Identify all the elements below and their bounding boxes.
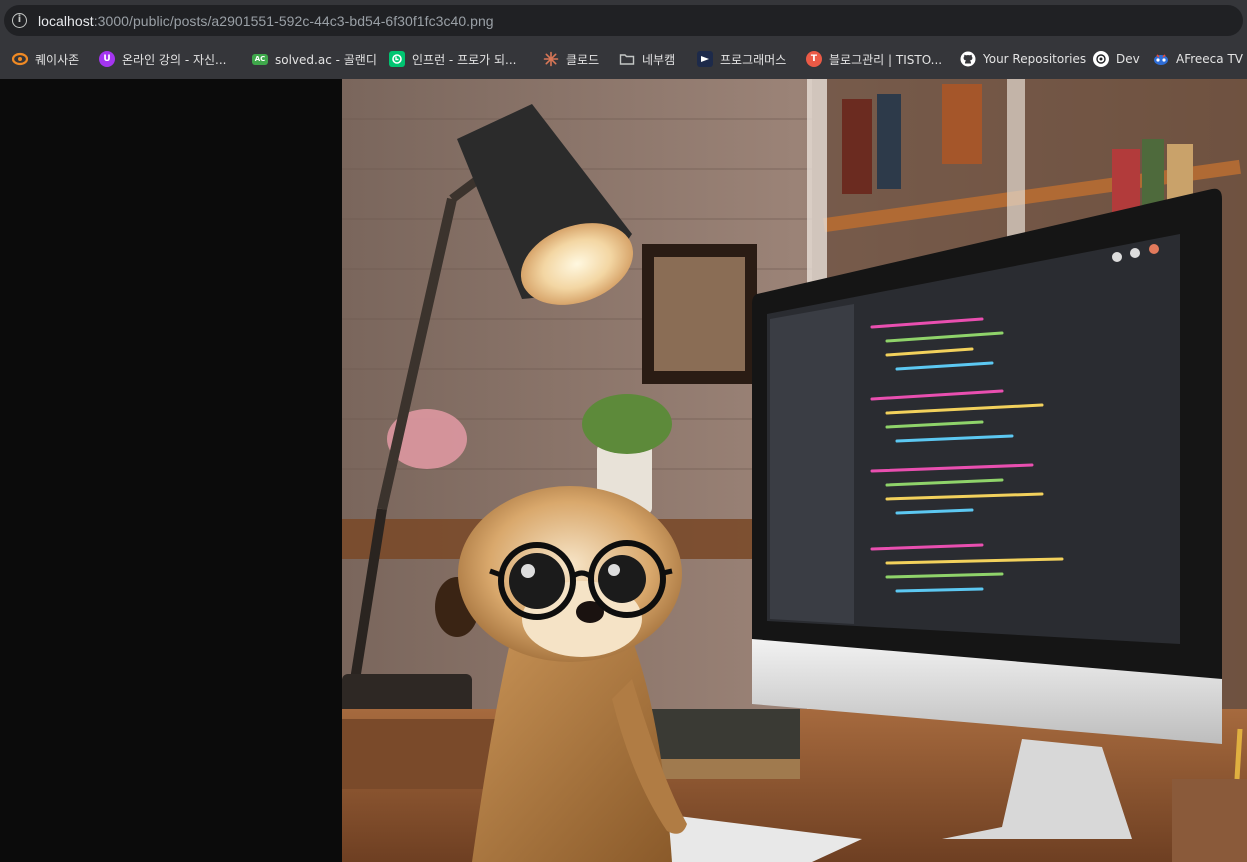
pencil [1234,728,1243,780]
picture [654,257,745,371]
site-info-icon[interactable]: i [12,13,27,28]
bookmark-programmers[interactable]: 프로그래머스 [697,49,786,69]
bookmark-label: 프로그래머스 [720,52,787,67]
afreecatv-icon [1153,51,1169,67]
inflearn-icon [389,51,405,67]
window-control-icon [1149,244,1159,254]
bookmark-label: AFreeca TV [1176,52,1243,66]
url-text[interactable]: localhost:3000/public/posts/a2901551-592… [38,13,494,29]
quasarzone-icon [12,51,28,67]
bookmark-label: 네부캠 [642,52,676,67]
url-path: :3000/public/posts/a2901551-592c-44c3-bd… [93,13,494,29]
bookmark-afreecatv[interactable]: AFreeca TV [1153,49,1243,69]
pencil-cup [1172,779,1247,862]
bookmark-label: 퀘이사존 [35,52,80,67]
bookmark-github[interactable]: Your Repositories [960,49,1086,69]
bookmark-label: Your Repositories [983,52,1087,66]
bookmark-label: solved.ac - 골랜디 [275,52,377,67]
bookmark-label: 클로드 [566,52,600,67]
bookmark-tistory[interactable]: T 블로그관리 | TISTO... [806,49,942,69]
programmers-icon [697,51,713,67]
meerkat-illustration [342,79,1247,862]
plant-leaves [582,394,672,454]
claude-icon [543,51,559,67]
bookmark-folder-nebucamp[interactable]: 네부캠 [619,49,675,69]
page-viewport [0,79,1247,862]
browser-chrome: i localhost:3000/public/posts/a2901551-5… [0,0,1247,79]
bookmarks-bar: 퀘이사존 U 온라인 강의 - 자신... AC solved.ac - 골랜디… [0,40,1247,79]
bookmark-label: Dev [1116,52,1140,66]
openai-icon [1093,51,1109,67]
tistory-icon: T [806,51,822,67]
bookmark-dev[interactable]: Dev [1093,49,1140,69]
bookmark-label: 온라인 강의 - 자신... [122,52,227,67]
bookmark-label: 인프런 - 프로가 되... [412,52,517,67]
omnibox[interactable]: i localhost:3000/public/posts/a2901551-5… [4,5,1243,36]
meerkat-eye [598,555,646,603]
github-icon [960,51,976,67]
udemy-icon: U [99,51,115,67]
bookmark-label: 블로그관리 | TISTO... [829,52,943,67]
window-control-icon [1112,252,1122,262]
bookmark-inflearn[interactable]: 인프런 - 프로가 되... [389,49,517,69]
address-bar: i localhost:3000/public/posts/a2901551-5… [0,0,1247,40]
code-sidebar [770,304,854,624]
bookmark-udemy[interactable]: U 온라인 강의 - 자신... [99,49,227,69]
bookmark-quasarzone[interactable]: 퀘이사존 [12,49,79,69]
meerkat-eye [509,553,565,609]
bookmark-solvedac[interactable]: AC solved.ac - 골랜디 [252,49,377,69]
url-host: localhost [38,13,94,29]
post-image [342,79,1247,862]
window-control-icon [1130,248,1140,258]
bookmark-claude[interactable]: 클로드 [543,49,599,69]
solvedac-icon: AC [252,53,268,65]
folder-icon [619,51,635,67]
